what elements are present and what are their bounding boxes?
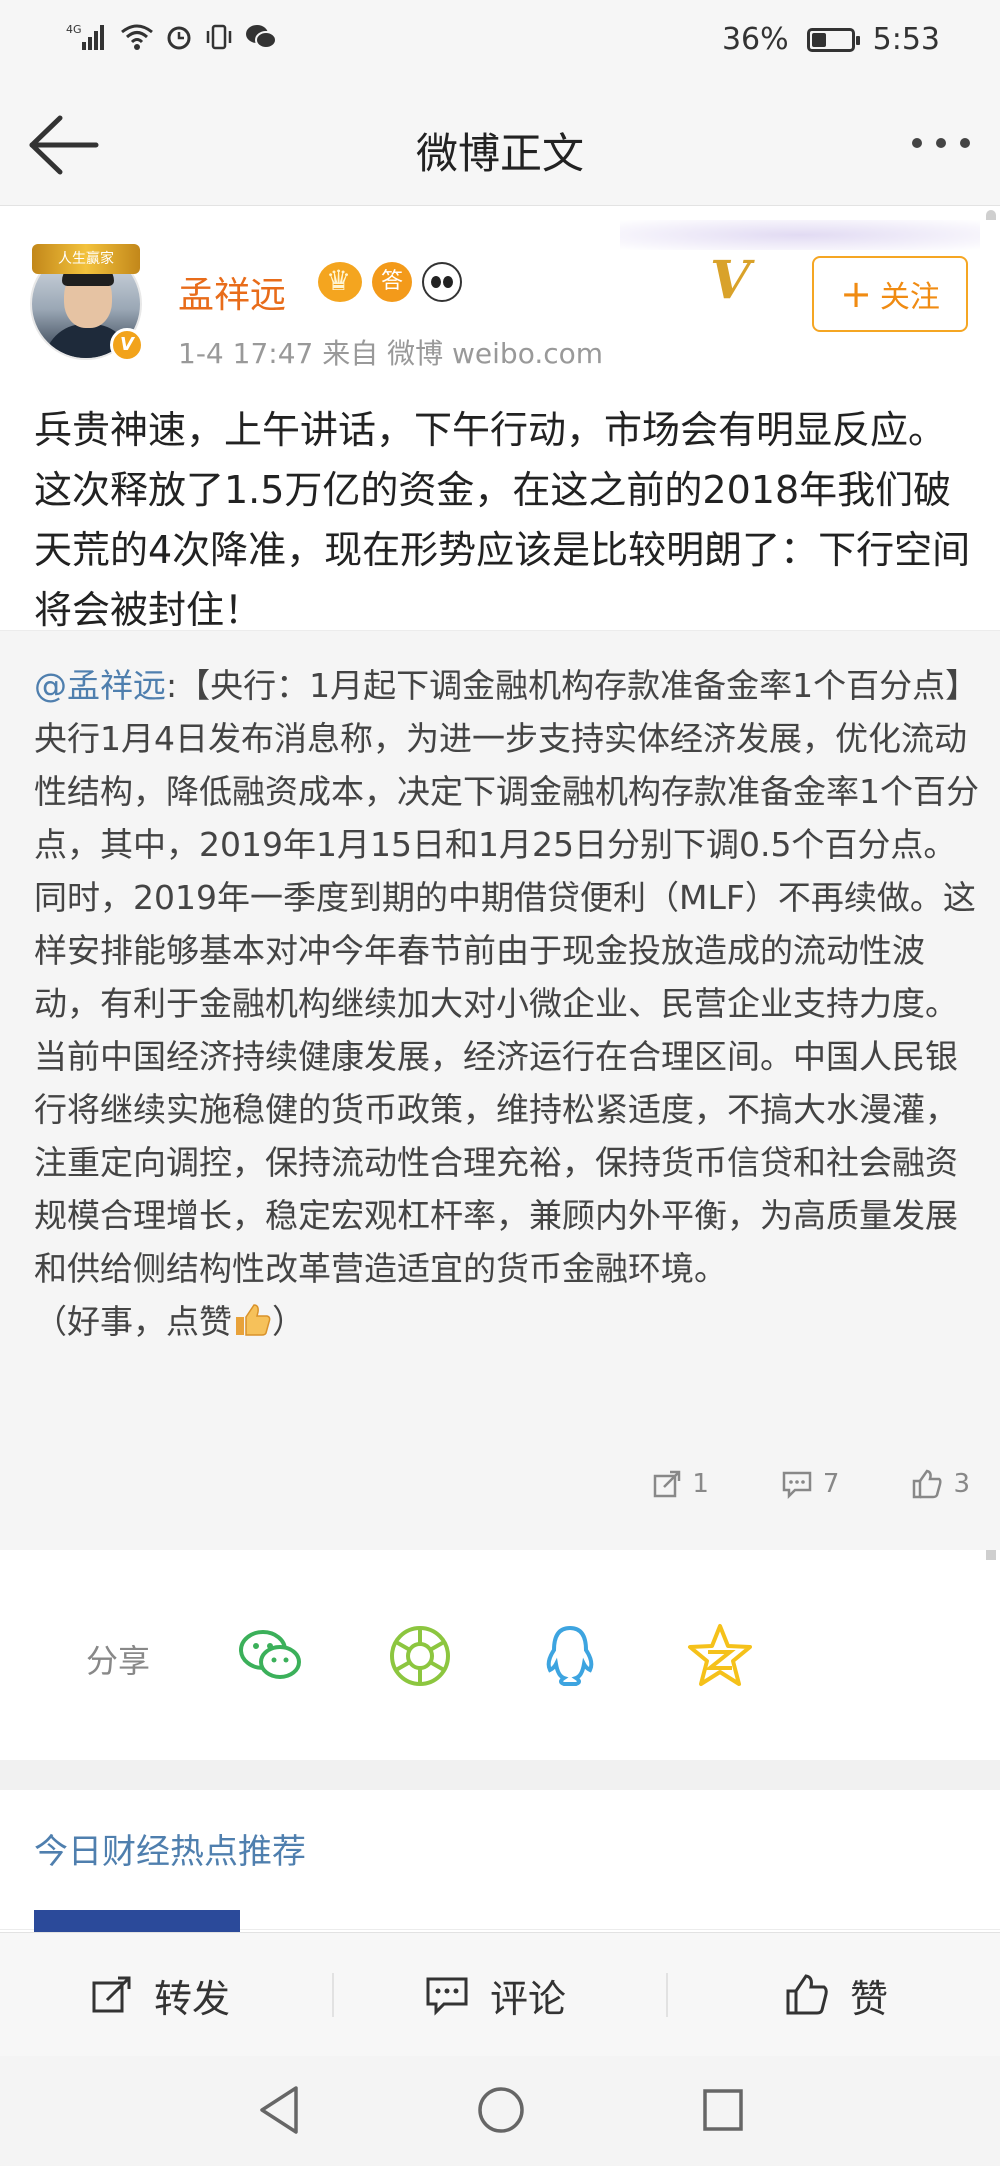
mention-link[interactable]: @孟祥远 bbox=[34, 666, 166, 705]
vip-logo-icon: V bbox=[710, 250, 751, 311]
moments-icon[interactable] bbox=[386, 1622, 454, 1690]
wechat-icon[interactable] bbox=[236, 1622, 304, 1690]
nav-bar: 微博正文 bbox=[0, 86, 1000, 206]
answer-badge-icon[interactable]: 答 bbox=[372, 262, 412, 302]
repost-button[interactable]: 转发 bbox=[90, 1933, 230, 2057]
alarm-icon bbox=[167, 26, 191, 50]
like-button[interactable]: 赞 bbox=[784, 1933, 888, 2057]
battery-icon bbox=[806, 27, 860, 52]
bottom-action-bar: 转发 评论 赞 bbox=[0, 1932, 1000, 2056]
reposted-paragraph-3-pre: （好事，点赞 bbox=[34, 1302, 232, 1341]
reposted-text: @孟祥远:【央行：1月起下调金融机构存款准备金率1个百分点】央行1月4日发布消息… bbox=[34, 659, 984, 1348]
status-icons-right: 36% 5:53 bbox=[722, 22, 940, 57]
comment-icon bbox=[782, 1471, 812, 1499]
more-options-icon[interactable] bbox=[912, 138, 970, 148]
nav-back-triangle-icon[interactable] bbox=[256, 2084, 302, 2136]
follow-label: 关注 bbox=[879, 280, 940, 315]
qzone-icon[interactable] bbox=[686, 1622, 754, 1690]
comment-action-icon bbox=[426, 1977, 468, 2016]
page-title: 微博正文 bbox=[415, 129, 584, 178]
post-body: 兵贵神速，上午讲话，下午行动，市场会有明显反应。这次释放了1.5万亿的资金，在这… bbox=[34, 408, 971, 632]
svg-text:4G: 4G bbox=[66, 23, 82, 36]
panda-badge-icon[interactable] bbox=[422, 262, 462, 302]
wifi-icon bbox=[121, 24, 153, 50]
follow-button[interactable]: + 关注 bbox=[812, 256, 968, 332]
reposted-comment-stat[interactable]: 7 bbox=[781, 1469, 839, 1499]
repost-icon bbox=[654, 1470, 681, 1498]
thumbs-up-emoji-icon bbox=[236, 1304, 271, 1336]
status-bar: 4G 36% 5:53 bbox=[0, 0, 1000, 86]
reposted-stats: 1 7 3 bbox=[652, 1469, 970, 1499]
section-divider bbox=[0, 1760, 1000, 1790]
vibrate-icon bbox=[206, 24, 232, 50]
reposted-repost-stat[interactable]: 1 bbox=[652, 1469, 709, 1499]
user-badges: 答 bbox=[318, 262, 462, 302]
reposted-paragraph-1: :【央行：1月起下调金融机构存款准备金率1个百分点】央行1月4日发布消息称，为进… bbox=[34, 666, 979, 1023]
crown-badge-icon[interactable] bbox=[318, 262, 362, 302]
plus-icon: + bbox=[840, 272, 872, 316]
avatar-frame-banner: 人生赢家 bbox=[32, 244, 140, 274]
reposted-paragraph-2: 当前中国经济持续健康发展，经济运行在合理区间。中国人民银行将继续实施稳健的货币政… bbox=[34, 1037, 958, 1288]
wechat-status-icon bbox=[246, 25, 277, 49]
recommendation-section: 今日财经热点推荐 bbox=[0, 1790, 1000, 1930]
clock: 5:53 bbox=[872, 22, 940, 57]
post-card: 人生赢家 V 孟祥远 答 1-4 17:47 来自 微博 weibo.com V… bbox=[0, 220, 1000, 1550]
post-meta: 1-4 17:47 来自 微博 weibo.com bbox=[178, 337, 604, 370]
avatar[interactable]: 人生赢家 V bbox=[30, 244, 144, 362]
verified-v-icon: V bbox=[110, 328, 144, 362]
like-icon bbox=[913, 1469, 943, 1499]
reposted-like-stat[interactable]: 3 bbox=[911, 1469, 970, 1499]
reposted-paragraph-3-post: ） bbox=[272, 1302, 305, 1341]
signal-icon: 4G bbox=[66, 23, 104, 50]
recommendation-title[interactable]: 今日财经热点推荐 bbox=[34, 1824, 306, 1873]
repost-action-icon bbox=[92, 1976, 131, 2013]
author-name[interactable]: 孟祥远 bbox=[178, 266, 286, 318]
reposted-content[interactable]: @孟祥远:【央行：1月起下调金融机构存款准备金率1个百分点】央行1月4日发布消息… bbox=[0, 630, 1000, 1550]
vip-banner-glow bbox=[620, 220, 980, 250]
qq-icon[interactable] bbox=[536, 1622, 604, 1690]
status-icons-left: 4G bbox=[66, 22, 278, 52]
battery-percent: 36% bbox=[721, 22, 789, 57]
system-nav-bar bbox=[0, 2056, 1000, 2166]
nav-recents-square-icon[interactable] bbox=[700, 2084, 746, 2136]
share-row: 分享 bbox=[0, 1560, 1000, 1760]
comment-button[interactable]: 评论 bbox=[424, 1933, 566, 2057]
share-label: 分享 bbox=[86, 1642, 151, 1680]
nav-home-circle-icon[interactable] bbox=[476, 2084, 526, 2136]
like-action-icon bbox=[786, 1974, 828, 2015]
